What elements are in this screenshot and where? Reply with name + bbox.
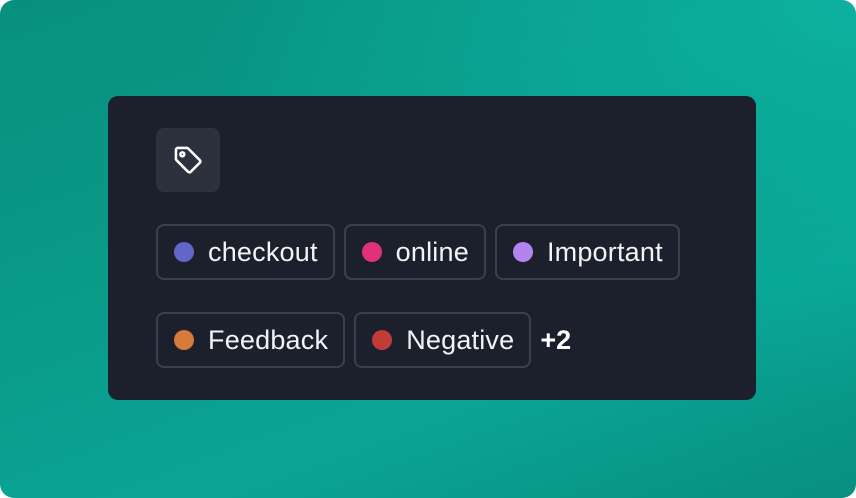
tag-icon <box>174 146 202 174</box>
tag-label: checkout <box>208 236 318 267</box>
tags-row-1: checkout online Important <box>156 224 680 280</box>
tag-chip-important[interactable]: Important <box>494 224 680 280</box>
tag-label: Negative <box>406 324 515 355</box>
tag-color-dot <box>174 330 194 350</box>
tag-color-dot <box>361 242 382 262</box>
tag-chip-online[interactable]: online <box>343 224 486 280</box>
background-panel: checkout online Important Feedback Negat… <box>0 0 856 498</box>
tag-color-dot <box>372 330 393 350</box>
tag-color-dot <box>174 242 194 262</box>
tag-chip-negative[interactable]: Negative <box>354 312 532 368</box>
tag-chip-checkout[interactable]: checkout <box>156 224 335 280</box>
tag-label: Important <box>546 236 663 267</box>
tag-label: online <box>395 236 469 267</box>
tags-row-2: Feedback Negative +2 <box>156 312 571 368</box>
tags-card: checkout online Important Feedback Negat… <box>108 96 756 400</box>
more-tags-count[interactable]: +2 <box>540 325 571 356</box>
tag-chip-feedback[interactable]: Feedback <box>156 312 346 368</box>
tag-icon-button <box>156 128 220 192</box>
tag-color-dot <box>512 242 533 262</box>
tag-label: Feedback <box>208 324 329 355</box>
